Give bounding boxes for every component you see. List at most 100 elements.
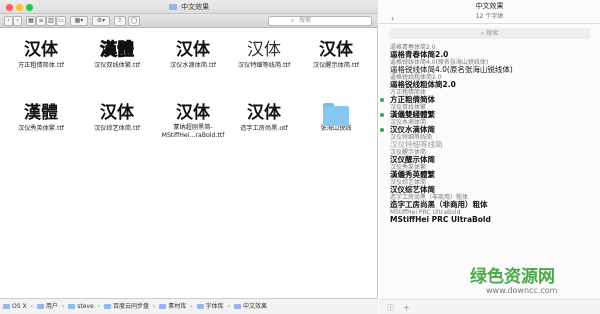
folder-icon: [159, 304, 167, 309]
search-input[interactable]: ⌕ 搜索: [268, 16, 372, 26]
font-sample: 汉仪综艺体简: [390, 185, 435, 194]
info-icon[interactable]: ⓘ: [387, 303, 394, 313]
path-crumb[interactable]: 中文效果: [234, 299, 267, 314]
font-sample: 汉仪水滴体简: [390, 125, 435, 134]
panel-title: 中文效果: [475, 2, 504, 10]
font-preview: 汉体: [319, 40, 353, 60]
active-dot-icon: [380, 113, 384, 117]
font-entry[interactable]: 汉仪综艺体简 汉仪综艺体简: [379, 179, 600, 194]
file-item[interactable]: 汉体 蒙纳超刚黑简-MStiffHei...raBold.ttf: [155, 102, 231, 140]
search-placeholder: 搜索: [299, 17, 312, 24]
gallery-view-button[interactable]: ▭: [56, 16, 66, 26]
path-separator: ›: [190, 303, 193, 310]
font-sample: 逼格锐线粗体简2.0: [390, 80, 456, 89]
folder-icon: [196, 304, 204, 309]
font-entry[interactable]: 汉仪秀英体繁 漢儀秀英體繁: [379, 164, 600, 179]
font-entry[interactable]: MStiffHei PRC UltraBold MStiffHei PRC Ul…: [379, 209, 600, 224]
path-crumb[interactable]: 字体库: [196, 299, 224, 314]
font-entry[interactable]: 逼格青春体简2.0 逼格青春体简2.0: [379, 44, 600, 59]
path-crumb[interactable]: 素材库: [159, 299, 186, 314]
folder-icon: [323, 103, 349, 126]
folder-icon: [234, 304, 242, 309]
back-button[interactable]: ‹: [4, 16, 13, 26]
font-preview: 漢體: [24, 103, 58, 123]
file-item[interactable]: 汉体 汉仪综艺体简.ttf: [79, 102, 155, 133]
file-name: 方正粗倩简体.ttf: [17, 62, 65, 69]
minimize-icon[interactable]: [16, 4, 23, 11]
file-item[interactable]: 漢體 汉仪双线体繁.ttf: [79, 39, 155, 70]
search-placeholder: 搜索: [486, 30, 499, 37]
panel-header: 中文效果 12 个字体 ‹: [379, 0, 600, 24]
font-entry[interactable]: 汉仪特细等线简 汉仪特细等线简: [379, 134, 600, 149]
path-crumb[interactable]: 用户: [36, 299, 58, 314]
font-preview: 汉体: [100, 103, 134, 123]
font-preview: 汉体: [247, 40, 281, 60]
path-separator: ›: [153, 303, 156, 310]
action-gear-button[interactable]: ⚙▾: [92, 16, 110, 26]
file-name: 汉仪水滴体简.ttf: [169, 62, 217, 69]
add-icon[interactable]: ＋: [403, 303, 410, 313]
font-sample: 逼格青春体简2.0: [390, 50, 449, 59]
finder-toolbar: ‹ › ▦ ≡ ▥ ▭ ▦▾ ⚙▾ ⇪ ◯ ⌕ 搜索: [0, 14, 378, 28]
tag-button[interactable]: ◯: [128, 16, 140, 26]
file-item[interactable]: 汉体 汉仪水滴体简.ttf: [155, 39, 231, 70]
path-bar: OS X › 用户 › steve › 百度云同步盘 › 素材库 › 字体库 › 中文效果: [0, 298, 378, 314]
font-entry[interactable]: 逼格锐线粗体简2.0 逼格锐线粗体简2.0: [379, 74, 600, 89]
font-sample: 汉仪特细等线简: [390, 140, 443, 149]
close-icon[interactable]: [6, 4, 13, 11]
font-preview: 汉体: [24, 40, 58, 60]
path-crumb[interactable]: steve: [68, 299, 94, 314]
font-preview: 汉体: [176, 103, 210, 123]
font-sample: 汉仪醒示体简: [390, 155, 435, 164]
active-dot-icon: [380, 98, 384, 102]
file-name: 造字工房尚黑.otf: [240, 125, 288, 132]
watermark-url: www.downcc.com: [486, 286, 558, 295]
home-icon: [68, 304, 76, 309]
font-sample: MStiffHei PRC UltraBold: [390, 215, 491, 224]
column-view-button[interactable]: ▥: [46, 16, 56, 26]
font-entry[interactable]: 汉仪双线体繁 漢儀雙綫體繁: [379, 104, 600, 119]
icon-view-button[interactable]: ▦: [26, 16, 36, 26]
font-entry[interactable]: 造字工房尚黑（非商用）粗体 造字工房尚黑（非商用）粗体: [379, 194, 600, 209]
finder-titlebar: 中文效果: [0, 0, 378, 14]
search-icon: ⌕: [291, 17, 295, 24]
share-button[interactable]: ⇪: [114, 16, 126, 26]
font-preview: 汉体: [247, 103, 281, 123]
path-crumb[interactable]: OS X: [3, 299, 27, 314]
path-crumb[interactable]: 百度云同步盘: [103, 299, 149, 314]
active-dot-icon: [380, 128, 384, 132]
font-sample: 方正粗倩简体: [390, 95, 435, 104]
font-sample: 漢儀秀英體繁: [390, 170, 435, 179]
panel-search-input[interactable]: ⌕ 搜索: [389, 28, 590, 39]
path-separator: ›: [227, 303, 231, 310]
font-preview: 漢體: [100, 40, 135, 61]
file-name: 汉仪醒示体简.ttf: [312, 62, 360, 69]
path-separator: ›: [97, 303, 101, 310]
file-item[interactable]: 漢體 汉仪秀英体繁.ttf: [3, 102, 79, 133]
forward-button[interactable]: ›: [13, 16, 22, 26]
folder-icon: [36, 304, 44, 309]
file-name: 蒙纳超刚黑简-MStiffHei...raBold.ttf: [161, 124, 225, 139]
file-item[interactable]: 汉体 造字工房尚黑.otf: [226, 102, 302, 133]
folder-item[interactable]: 张海山锐线: [298, 102, 374, 133]
font-entry[interactable]: 汉仪水滴体简 汉仪水滴体简: [379, 119, 600, 134]
arrange-button[interactable]: ▦▾: [70, 16, 88, 26]
font-entry[interactable]: 汉仪醒示体简 汉仪醒示体简: [379, 149, 600, 164]
font-sample: 逼格锐线体简4.0(原名张海山锐线体): [390, 65, 513, 74]
font-entry[interactable]: 逼格锐线体简4.0(原名张海山锐线体) 逼格锐线体简4.0(原名张海山锐线体): [379, 59, 600, 74]
disk-icon: [3, 304, 10, 309]
path-separator: ›: [30, 303, 33, 310]
zoom-icon[interactable]: [26, 4, 33, 11]
font-sample: 漢儀雙綫體繁: [390, 110, 435, 119]
font-entry[interactable]: 方正粗倩简体 方正粗倩简体: [379, 89, 600, 104]
back-chevron-icon[interactable]: ‹: [391, 14, 394, 23]
finder-window: 中文效果 ‹ › ▦ ≡ ▥ ▭ ▦▾ ⚙▾ ⇪ ◯ ⌕ 搜索 汉体 方正粗倩简…: [0, 0, 378, 314]
list-view-button[interactable]: ≡: [36, 16, 46, 26]
file-item[interactable]: 汉体 汉仪特细等线简.ttf: [226, 39, 302, 70]
file-name: 汉仪综艺体简.ttf: [93, 125, 141, 132]
font-list: 逼格青春体简2.0 逼格青春体简2.0 逼格锐线体简4.0(原名张海山锐线体) …: [379, 44, 600, 299]
font-preview: 汉体: [176, 40, 210, 60]
file-item[interactable]: 汉体 汉仪醒示体简.ttf: [298, 39, 374, 70]
file-item[interactable]: 汉体 方正粗倩简体.ttf: [3, 39, 79, 70]
window-title: 中文效果: [181, 3, 210, 11]
